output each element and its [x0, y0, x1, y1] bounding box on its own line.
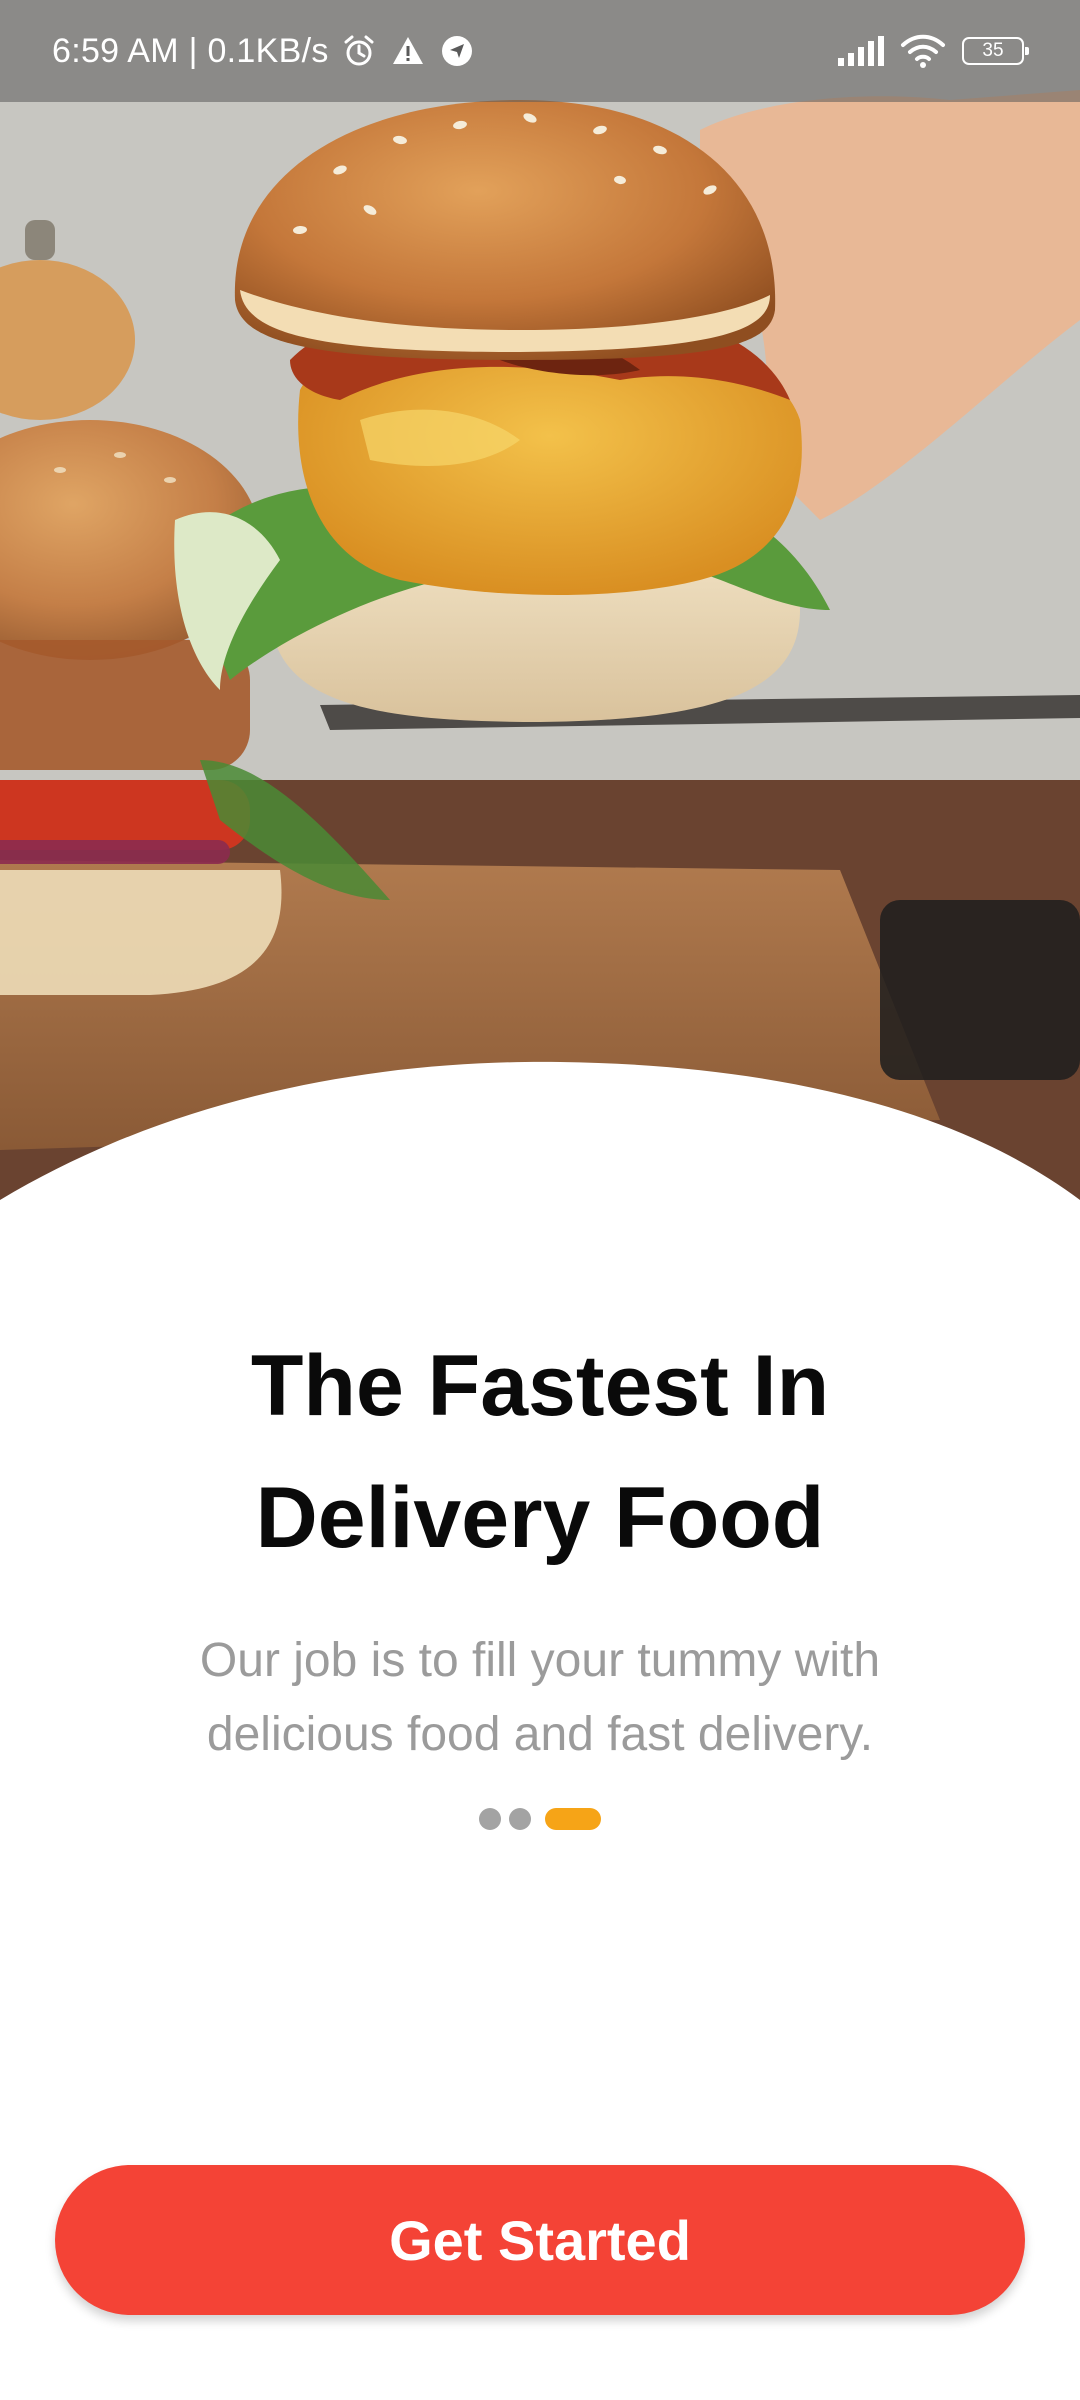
page-indicator [0, 1808, 1080, 1830]
page-dot-3-active[interactable] [545, 1808, 601, 1830]
burger-illustration [0, 0, 1080, 1220]
get-started-button[interactable]: Get Started [55, 2165, 1025, 2315]
battery-level: 35 [982, 40, 1004, 61]
page-dot-1[interactable] [479, 1808, 501, 1830]
warning-icon [392, 37, 423, 64]
battery-icon: 35 [962, 37, 1029, 65]
onboarding-screen: 6:59 AM | 0.1KB/s 35 The Fastest In Deli… [0, 0, 1080, 2400]
status-right: 35 [836, 0, 1029, 102]
onboarding-content: The Fastest In Delivery Food Our job is … [0, 1320, 1080, 1772]
wifi-icon [901, 34, 945, 68]
hero-image [0, 0, 1080, 1220]
onboarding-subtitle: Our job is to fill your tummy with delic… [199, 1634, 881, 1761]
location-icon [441, 36, 472, 66]
signal-icon [838, 36, 884, 66]
onboarding-title: The Fastest In Delivery Food [250, 1338, 830, 1566]
status-bar: 6:59 AM | 0.1KB/s 35 [0, 0, 1080, 102]
status-icons-left [341, 33, 475, 69]
page-dot-2[interactable] [509, 1808, 531, 1830]
status-time: 6:59 AM | 0.1KB/s [52, 31, 329, 70]
status-left: 6:59 AM | 0.1KB/s [52, 0, 475, 102]
alarm-icon [344, 35, 374, 66]
